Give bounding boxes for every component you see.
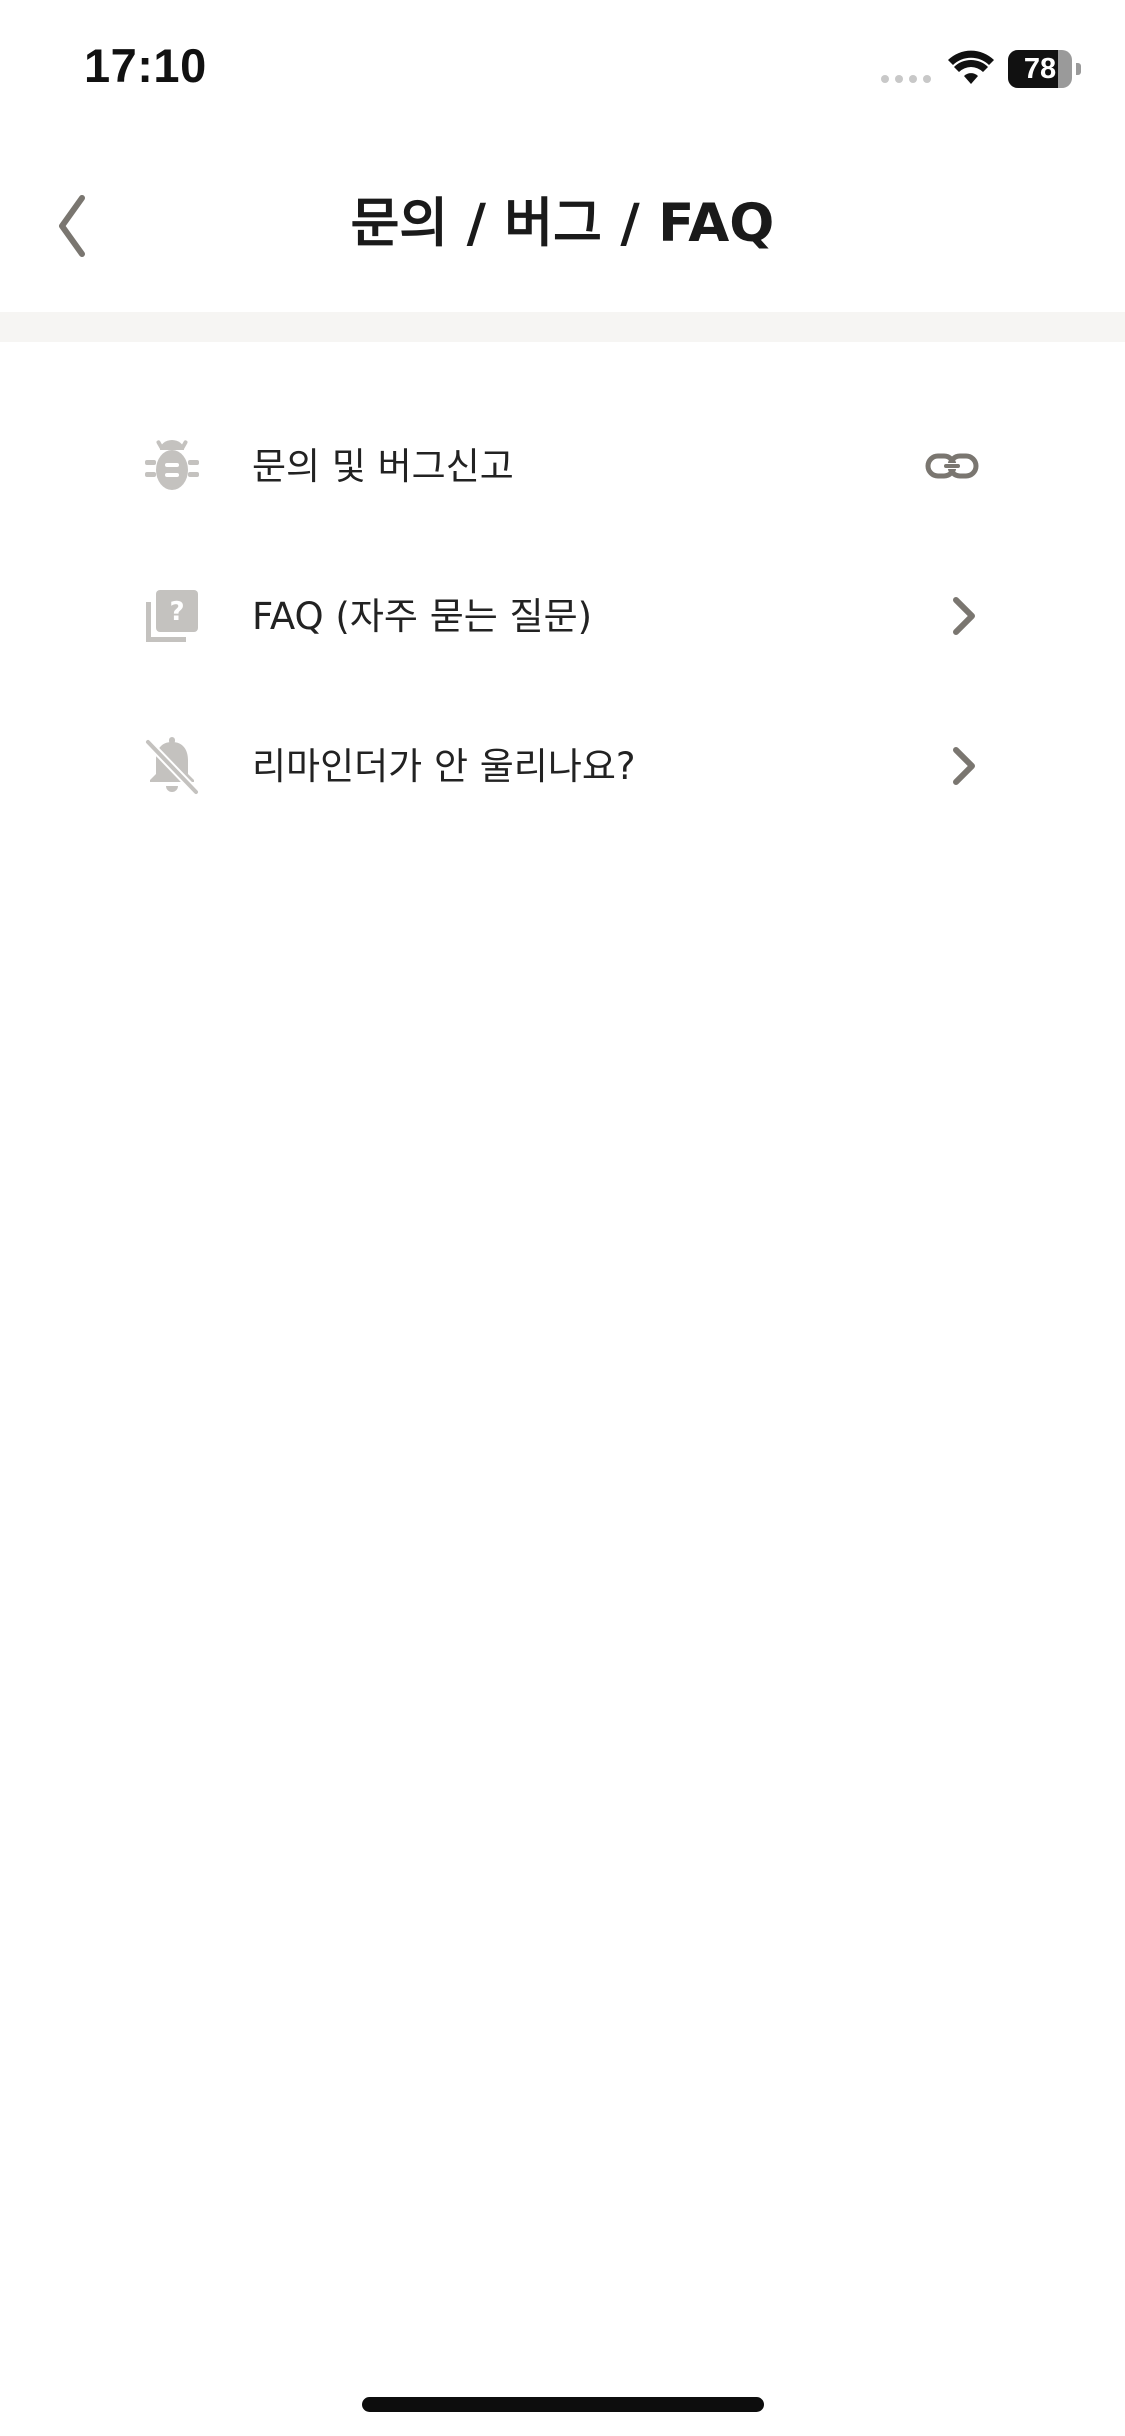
link-icon	[925, 453, 979, 479]
menu-item-inquiry-bug-report[interactable]: 문의 및 버그신고	[0, 391, 1125, 541]
bug-icon	[145, 440, 199, 490]
battery-icon: 78	[1008, 50, 1081, 88]
menu-item-faq[interactable]: ? FAQ (자주 묻는 질문)	[0, 541, 1125, 691]
section-divider	[0, 312, 1125, 342]
page-title: 문의 / 버그 / FAQ	[350, 193, 775, 254]
battery-level: 78	[1023, 53, 1057, 85]
navigation-bar: 문의 / 버그 / FAQ	[0, 140, 1125, 312]
question-book-icon: ?	[146, 590, 198, 642]
menu-item-label: 문의 및 버그신고	[252, 445, 514, 488]
home-indicator[interactable]	[362, 2397, 764, 2412]
menu-item-reminder-not-ringing[interactable]: 리마인더가 안 울리나요?	[0, 691, 1125, 841]
status-bar: 17:10 78	[0, 0, 1125, 140]
chevron-right-icon	[953, 597, 975, 635]
cellular-signal-icon	[881, 75, 931, 83]
menu-item-label: 리마인더가 안 울리나요?	[252, 745, 636, 788]
menu-item-label: FAQ (자주 묻는 질문)	[252, 595, 593, 638]
wifi-icon	[948, 50, 994, 84]
status-time: 17:10	[84, 39, 207, 92]
chevron-right-icon	[953, 747, 975, 785]
menu-list: 문의 및 버그신고 ? FAQ (자주 묻는 질문) 리마인더가 안 울리나요?	[0, 391, 1125, 841]
svg-text:?: ?	[169, 597, 184, 627]
bell-off-icon	[145, 737, 199, 795]
